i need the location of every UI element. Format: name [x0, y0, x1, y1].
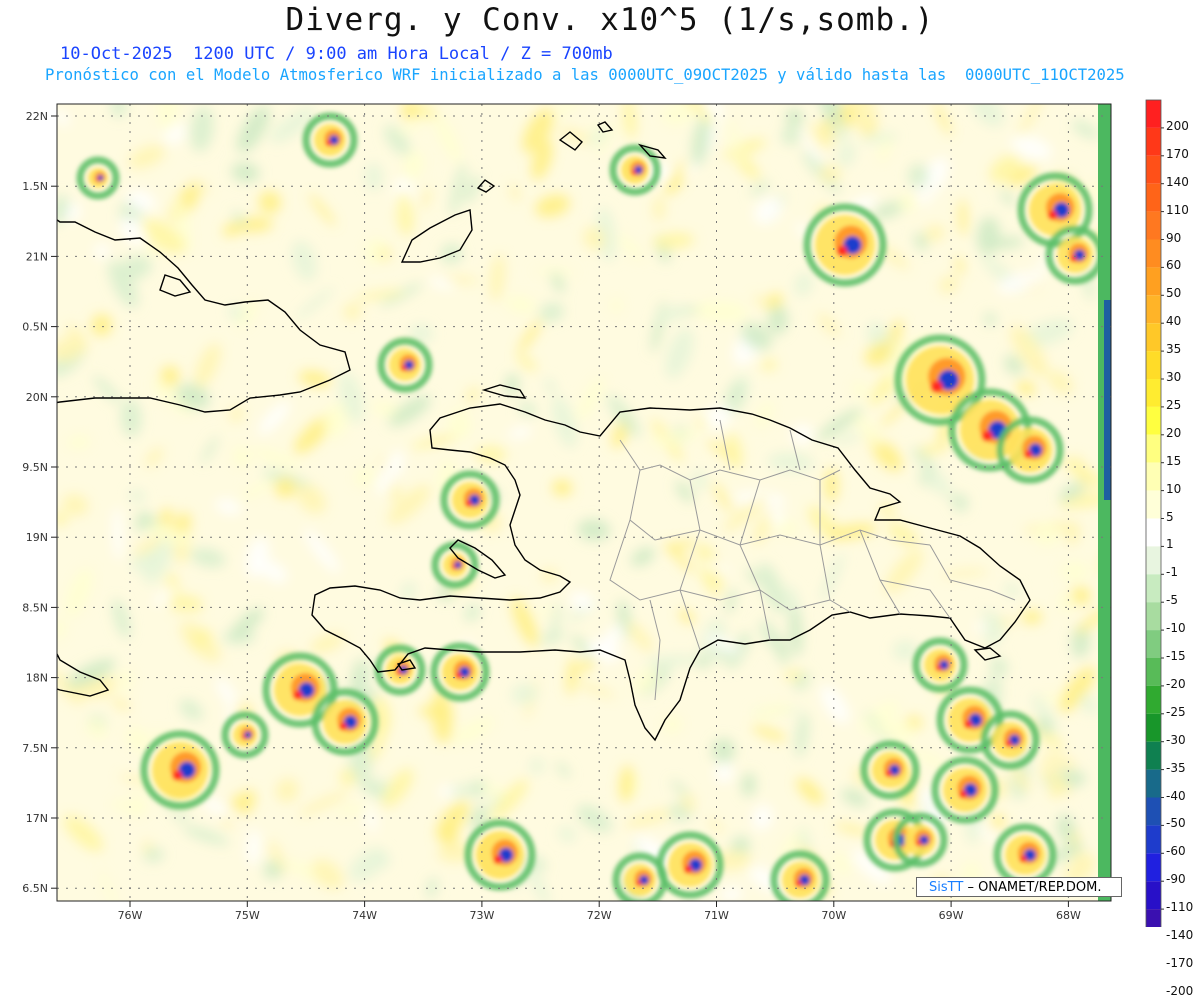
lat-label: 18N: [26, 672, 48, 685]
colorbar-label: 40: [1166, 314, 1182, 329]
chart-title: Diverg. y Conv. x10^5 (1/s,somb.): [285, 2, 935, 38]
lon-label: 74W: [352, 909, 377, 922]
colorbar-label: -1: [1166, 565, 1178, 580]
colorbar-label: 10: [1166, 481, 1182, 496]
model-description: Pronóstico con el Modelo Atmosferico WRF…: [45, 66, 1125, 84]
colorbar-label: 15: [1166, 453, 1182, 468]
colorbar-label: 35: [1166, 342, 1182, 357]
lat-label: 21N: [26, 250, 48, 263]
colorbar-label: -140: [1166, 928, 1194, 942]
colorbar-swatch: [1146, 518, 1161, 547]
colorbar-label: -90: [1166, 872, 1186, 887]
colorbar-swatch: [1146, 685, 1161, 714]
colorbar-label: 170: [1166, 146, 1189, 161]
colorbar-swatch: [1146, 490, 1161, 519]
colorbar-label: -40: [1166, 788, 1186, 803]
colorbar-label: 90: [1166, 230, 1182, 245]
lon-label: 75W: [235, 909, 260, 922]
lat-label: 19N: [26, 531, 48, 544]
colorbar-swatch: [1146, 769, 1161, 798]
colorbar-label: -170: [1166, 955, 1194, 970]
colorbar-swatch: [1146, 351, 1161, 379]
colorbar-swatch: [1146, 602, 1161, 631]
colorbar-label: -35: [1166, 760, 1186, 775]
colorbar-swatch: [1146, 797, 1161, 826]
lat-label: 6.5N: [22, 882, 48, 895]
lon-label: 70W: [821, 909, 846, 922]
colorbar-swatch: [1146, 853, 1161, 882]
colorbar-swatch: [1146, 100, 1161, 128]
colorbar-swatch: [1146, 825, 1161, 854]
colorbar-label: 50: [1166, 286, 1182, 301]
colorbar-label: -20: [1166, 676, 1186, 691]
colorbar-label: 25: [1166, 397, 1182, 412]
colorbar-label: -10: [1166, 621, 1186, 636]
colorbar-swatch: [1146, 155, 1161, 184]
credit-box: SisTT – ONAMET/REP.DOM.: [916, 877, 1122, 897]
colorbar-swatch: [1146, 211, 1161, 240]
colorbar-label: 5: [1166, 509, 1174, 524]
lon-label: 76W: [118, 909, 143, 922]
colorbar-swatch: [1146, 406, 1161, 435]
colorbar-swatch: [1146, 127, 1161, 156]
lon-label: 69W: [939, 909, 964, 922]
lat-label: 22N: [26, 110, 48, 123]
colorbar-label: 30: [1166, 370, 1182, 384]
colorbar-swatch: [1146, 630, 1161, 658]
lat-label: 1.5N: [22, 180, 48, 193]
colorbar-swatch: [1146, 546, 1161, 575]
colorbar-swatch: [1146, 267, 1161, 296]
lon-label: 73W: [469, 909, 494, 922]
lat-label: 9.5N: [22, 461, 48, 474]
colorbar-swatch: [1146, 379, 1161, 407]
colorbar-label: -30: [1166, 732, 1186, 747]
colorbar-label: 140: [1166, 174, 1189, 189]
colorbar-label: -50: [1166, 816, 1186, 831]
colorbar-label: -25: [1166, 704, 1186, 719]
colorbar-swatch: [1146, 909, 1161, 927]
colorbar-label: 110: [1166, 202, 1189, 217]
colorbar-swatch: [1146, 323, 1161, 352]
lat-label: 8.5N: [22, 601, 48, 614]
lon-label: 68W: [1056, 909, 1081, 922]
colorbar-swatch: [1146, 658, 1161, 686]
colorbar-swatch: [1146, 574, 1161, 603]
colorbar-label: 20: [1166, 425, 1182, 440]
lon-label: 71W: [704, 909, 729, 922]
credit-text: – ONAMET/REP.DOM.: [967, 880, 1102, 895]
colorbar-label: 200: [1166, 118, 1189, 133]
lat-label: 20N: [26, 391, 48, 404]
colorbar-label: -200: [1166, 983, 1194, 998]
lat-label: 17N: [26, 812, 48, 825]
forecast-map: 22N 1.5N 21N 0.5N 20N 9.5N 19N 8.5N 18N 7.5N 17N 6.…: [22, 99, 1164, 927]
forecast-time: 10-Oct-2025 1200 UTC / 9:00 am Hora Loca…: [60, 44, 613, 64]
lon-label: 72W: [587, 909, 612, 922]
colorbar: [1145, 99, 1164, 927]
colorbar-swatch: [1146, 713, 1161, 742]
lat-label: 7.5N: [22, 742, 48, 755]
lat-label: 0.5N: [22, 321, 48, 334]
colorbar-swatch: [1146, 741, 1161, 770]
colorbar-swatch: [1146, 881, 1161, 910]
colorbar-label: 1: [1166, 537, 1174, 552]
colorbar-label: -110: [1166, 900, 1194, 915]
colorbar-swatch: [1146, 462, 1161, 491]
colorbar-label: -15: [1166, 649, 1186, 663]
colorbar-swatch: [1146, 239, 1161, 268]
colorbar-swatch: [1146, 295, 1161, 324]
colorbar-label: -60: [1166, 844, 1186, 859]
colorbar-swatch: [1146, 434, 1161, 463]
colorbar-label: -5: [1166, 593, 1178, 608]
colorbar-swatch: [1146, 183, 1161, 212]
sistt-logo: SisTT: [929, 880, 964, 895]
colorbar-label: 60: [1166, 258, 1182, 273]
